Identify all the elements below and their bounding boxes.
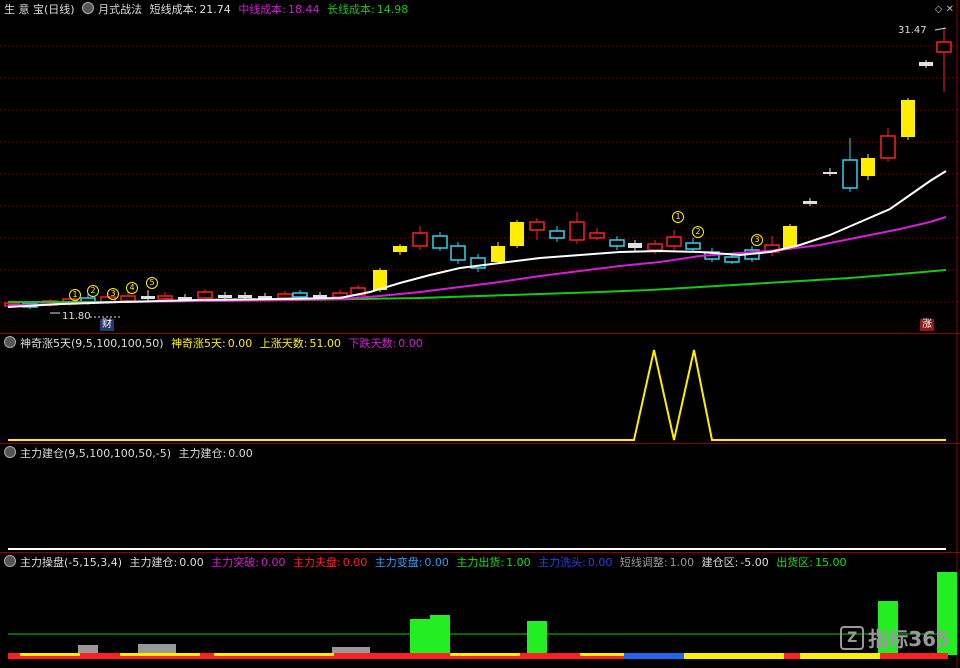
zhang-badge[interactable]: 涨 [920,319,934,331]
watermark-text: 指标365 [868,627,950,651]
candlestick-chart[interactable] [0,0,960,333]
signal-circle: 4 [126,282,138,294]
magic5-header: 神奇涨5天(9,5,100,100,50) 神奇涨5天: 0.00 上涨天数: 51… [4,336,427,351]
indicator-name[interactable]: 月式战法 [98,3,142,16]
indicator-panel-magic5[interactable]: 神奇涨5天(9,5,100,100,50) 神奇涨5天: 0.00 上涨天数: 51… [0,334,960,443]
gear-icon[interactable] [4,336,16,348]
signal-circle: 3 [107,288,119,300]
operate-chart [8,553,958,668]
op-break-value: 0.00 [260,556,286,569]
mid-cost-label: 中线成本: [238,3,287,16]
build-header: 主力建仓(9,5,100,100,50,-5) 主力建仓: 0.00 [4,446,257,461]
op-change-label: 主力变盘: [374,556,423,569]
gear-icon[interactable] [82,2,95,14]
up-days-value: 51.00 [309,337,342,350]
down-days-label: 下跌天数: [348,337,397,350]
op-lose-value: 0.00 [342,556,368,569]
op-shipzone-label: 出货区: [776,556,813,569]
indicator-panel-build[interactable]: 主力建仓(9,5,100,100,50,-5) 主力建仓: 0.00 [0,444,960,552]
high-price-label: 31.47 [898,25,927,36]
period-label: (日线) [44,3,75,16]
op-change-value: 0.00 [424,556,449,569]
build-title[interactable]: 主力建仓(9,5,100,100,50,-5) [20,447,171,460]
magic5-label: 神奇涨5天: [171,337,226,350]
op-ship-label: 主力出货: [456,556,505,569]
signal-circle: 5 [146,277,158,289]
build-value: 0.00 [228,447,253,460]
operate-header: 主力操盘(-5,15,3,4) 主力建仓: 0.00 主力突破: 0.00 主力夫盘… [4,555,850,570]
watermark-logo: Z 指标365 [840,623,950,652]
stock-name: 生 意 宝 [4,3,44,16]
signal-circle: 1 [672,211,684,223]
gear-icon[interactable] [4,555,16,567]
op-adjust-label: 短线调整: [619,556,668,569]
op-buildzone-value: -5.00 [740,556,769,569]
up-days-label: 上涨天数: [259,337,308,350]
op-shipzone-value: 15.00 [814,556,847,569]
op-buildzone-label: 建仓区: [701,556,739,569]
op-wash-value: 0.00 [587,556,613,569]
signal-circle: 1 [69,289,81,301]
op-ship-value: 1.00 [506,556,531,569]
op-adjust-value: 1.00 [669,556,695,569]
mid-cost-value: 18.44 [288,3,320,16]
op-build-value: 0.00 [179,556,204,569]
signal-circle: 3 [751,234,763,246]
op-lose-label: 主力夫盘: [292,556,341,569]
long-cost-value: 14.98 [376,3,409,16]
operate-title[interactable]: 主力操盘(-5,15,3,4) [20,556,122,569]
low-price-label: 11.80 [62,311,91,322]
op-wash-label: 主力洗头: [538,556,586,569]
signal-circle: 2 [87,285,99,297]
signal-circle: 2 [692,226,704,238]
gear-icon[interactable] [4,446,16,458]
z-logo-icon: Z [840,625,865,650]
op-build-label: 主力建仓: [129,556,178,569]
magic5-title[interactable]: 神奇涨5天(9,5,100,100,50) [20,337,164,350]
down-days-value: 0.00 [398,337,423,350]
main-chart-header: 生 意 宝(日线) 月式战法 短线成本: 21.74 中线成本: 18.44 长线成… [4,2,412,17]
op-break-label: 主力突破: [211,556,259,569]
cai-badge[interactable]: 财 [100,319,114,331]
magic5-value: 0.00 [227,337,253,350]
short-cost-label: 短线成本: [149,3,198,16]
short-cost-value: 21.74 [199,3,231,16]
long-cost-label: 长线成本: [327,3,375,16]
build-label: 主力建仓: [178,447,227,460]
indicator-panel-operate[interactable]: 主力操盘(-5,15,3,4) 主力建仓: 0.00 主力突破: 0.00 主力夫盘… [0,553,960,668]
main-chart-panel[interactable]: 生 意 宝(日线) 月式战法 短线成本: 21.74 中线成本: 18.44 长线成… [0,0,960,333]
